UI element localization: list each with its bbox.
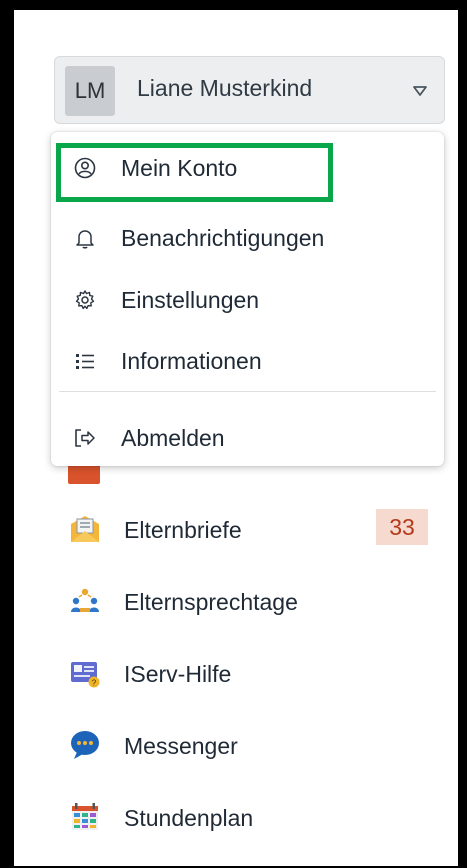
avatar: LM (65, 66, 115, 116)
partial-nav-icon (68, 464, 100, 484)
menu-item-informationen[interactable]: Informationen (51, 332, 444, 390)
nav-item-messenger[interactable]: Messenger (64, 720, 444, 770)
help-screen-icon: ? (71, 662, 100, 688)
nav-item-iserv-hilfe[interactable]: ? IServ-Hilfe (64, 648, 444, 698)
menu-divider (59, 391, 436, 392)
menu-item-einstellungen[interactable]: Einstellungen (51, 271, 444, 329)
chat-bubble-icon (71, 731, 99, 759)
menu-item-abmelden[interactable]: Abmelden (51, 409, 444, 467)
nav-item-label: Elternbriefe (124, 517, 242, 543)
nav-item-elternsprechtage[interactable]: Elternsprechtage (64, 576, 444, 626)
menu-item-benachrichtigungen[interactable]: Benachrichtigungen (51, 209, 444, 267)
count-badge: 33 (376, 509, 428, 545)
gear-icon (73, 288, 97, 312)
nav-item-elternbriefe[interactable]: Elternbriefe 33 (64, 504, 444, 554)
nav-item-label: Messenger (124, 733, 238, 759)
meeting-people-icon (71, 588, 99, 612)
menu-item-label: Informationen (121, 347, 262, 374)
nav-item-label: Elternsprechtage (124, 589, 298, 615)
menu-item-label: Einstellungen (121, 286, 260, 313)
caret-down-icon (413, 86, 427, 96)
timetable-icon (72, 803, 98, 830)
sidebar-panel: LM Liane Musterkind Mein Konto Benachric… (14, 10, 458, 866)
nav-item-label: IServ-Hilfe (124, 661, 232, 687)
list-icon (73, 349, 97, 373)
logout-icon (73, 426, 97, 450)
letter-icon (71, 516, 99, 542)
svg-text:?: ? (92, 679, 97, 688)
menu-item-label: Mein Konto (121, 154, 238, 181)
menu-item-mein-konto[interactable]: Mein Konto (51, 139, 444, 197)
menu-item-label: Benachrichtigungen (121, 224, 325, 251)
user-menu-toggle[interactable]: LM Liane Musterkind (54, 56, 445, 124)
nav-item-stundenplan[interactable]: Stundenplan (64, 792, 444, 842)
nav-item-label: Stundenplan (124, 805, 254, 831)
bell-icon (73, 226, 97, 250)
user-dropdown-menu: Mein Konto Benachrichtigungen Einstellun… (51, 132, 444, 466)
user-name: Liane Musterkind (137, 75, 313, 101)
user-circle-icon (73, 156, 97, 180)
menu-item-label: Abmelden (121, 424, 225, 451)
